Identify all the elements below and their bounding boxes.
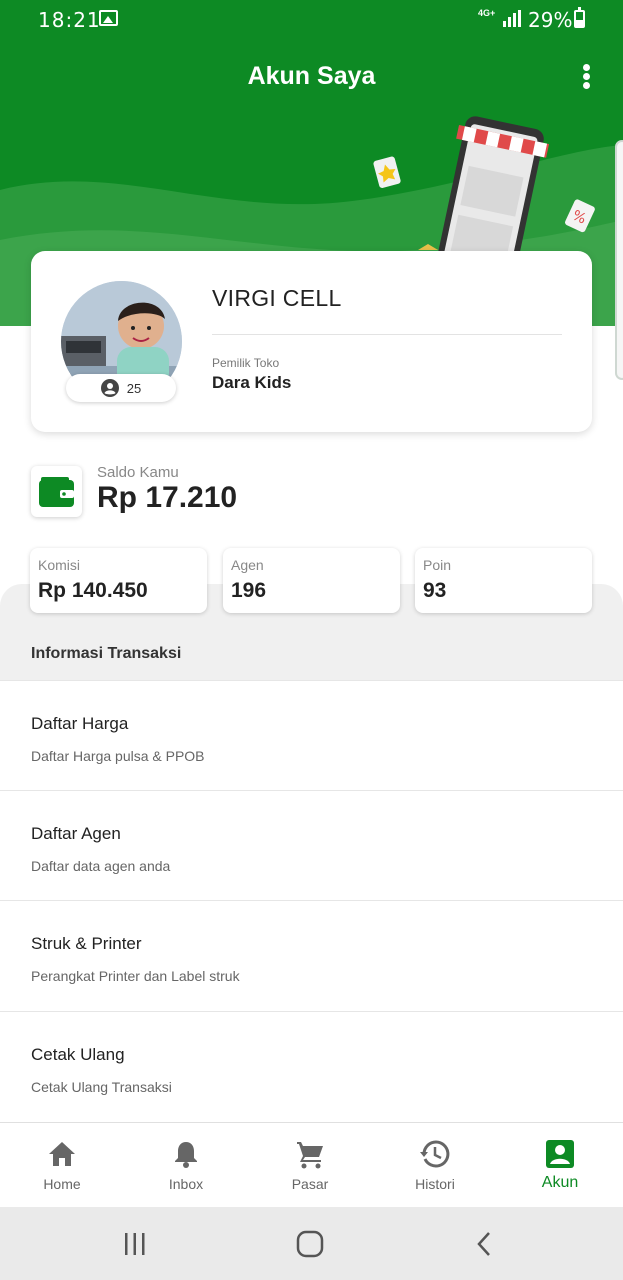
- menu-item-title: Cetak Ulang: [31, 1045, 125, 1064]
- stat-value: 93: [423, 579, 447, 602]
- user-icon: [100, 379, 119, 397]
- stat-card-komisi[interactable]: Komisi Rp 140.450: [30, 548, 207, 613]
- account-icon: [546, 1140, 574, 1168]
- system-navigation-bar: [0, 1207, 623, 1280]
- nav-item-akun[interactable]: Akun: [498, 1123, 622, 1208]
- nav-item-histori[interactable]: Histori: [373, 1123, 497, 1208]
- status-bar: 18:21 4G+ 29%: [0, 0, 623, 40]
- battery-icon: [574, 7, 585, 28]
- signal-icon: [503, 10, 521, 27]
- menu-item-subtitle: Daftar Harga pulsa & PPOB: [31, 748, 205, 764]
- stat-card-agen[interactable]: Agen 196: [223, 548, 400, 613]
- stat-label: Agen: [231, 557, 264, 573]
- bell-icon: [175, 1142, 197, 1168]
- status-time: 18:21: [38, 8, 101, 32]
- menu-item-daftar-harga[interactable]: Daftar Harga Daftar Harga pulsa & PPOB: [0, 680, 623, 790]
- divider: [212, 334, 562, 335]
- member-count: 25: [126, 380, 142, 396]
- member-count-badge: 25: [66, 374, 176, 402]
- menu-item-title: Struk & Printer: [31, 934, 142, 953]
- battery-percent: 29%: [528, 8, 573, 32]
- edge-panel-handle[interactable]: [615, 140, 623, 380]
- wallet-button[interactable]: [31, 466, 82, 517]
- menu-item-title: Daftar Agen: [31, 824, 121, 843]
- recent-apps-icon[interactable]: [120, 1229, 150, 1259]
- menu-item-subtitle: Perangkat Printer dan Label struk: [31, 968, 240, 984]
- nav-label: Inbox: [168, 1176, 204, 1192]
- stat-card-poin[interactable]: Poin 93: [415, 548, 592, 613]
- kebab-menu-icon[interactable]: [578, 64, 594, 94]
- nav-item-home[interactable]: Home: [0, 1123, 124, 1208]
- nav-label: Histori: [415, 1176, 455, 1192]
- wallet-icon: [39, 477, 74, 507]
- owner-label: Pemilik Toko: [212, 356, 280, 370]
- menu-item-cetak-ulang[interactable]: Cetak Ulang Cetak Ulang Transaksi: [0, 1011, 623, 1121]
- nav-label: Home: [43, 1176, 81, 1192]
- owner-name: Dara Kids: [212, 373, 292, 392]
- nav-item-inbox[interactable]: Inbox: [124, 1123, 248, 1208]
- cart-icon: [297, 1142, 323, 1169]
- home-button-icon[interactable]: [295, 1229, 325, 1259]
- stat-label: Poin: [423, 557, 452, 573]
- profile-card: 25 VIRGI CELL Pemilik Toko Dara Kids: [31, 251, 592, 432]
- menu-item-subtitle: Cetak Ulang Transaksi: [31, 1079, 172, 1095]
- stat-value: 196: [231, 579, 267, 602]
- back-icon[interactable]: [470, 1229, 500, 1259]
- menu-item-struk-printer[interactable]: Struk & Printer Perangkat Printer dan La…: [0, 900, 623, 1010]
- store-name: VIRGI CELL: [212, 285, 342, 311]
- network-type: 4G+: [478, 8, 496, 18]
- stat-label: Komisi: [38, 557, 81, 573]
- section-title: Informasi Transaksi: [31, 645, 182, 662]
- page-title: Akun Saya: [247, 62, 376, 90]
- home-icon: [49, 1142, 75, 1166]
- stat-value: Rp 140.450: [38, 579, 148, 602]
- bottom-navigation: Home Inbox Pasar Histori Akun: [0, 1122, 623, 1207]
- menu-item-title: Daftar Harga: [31, 714, 129, 733]
- balance-value: Rp 17.210: [97, 481, 238, 514]
- nav-label: Pasar: [291, 1176, 329, 1192]
- history-icon: [420, 1140, 450, 1168]
- menu-item-daftar-agen[interactable]: Daftar Agen Daftar data agen anda: [0, 790, 623, 900]
- menu-item-subtitle: Daftar data agen anda: [31, 858, 171, 874]
- gallery-icon: [99, 10, 118, 26]
- nav-label: Akun: [541, 1174, 579, 1191]
- balance-label: Saldo Kamu: [97, 464, 179, 481]
- nav-item-pasar[interactable]: Pasar: [248, 1123, 372, 1208]
